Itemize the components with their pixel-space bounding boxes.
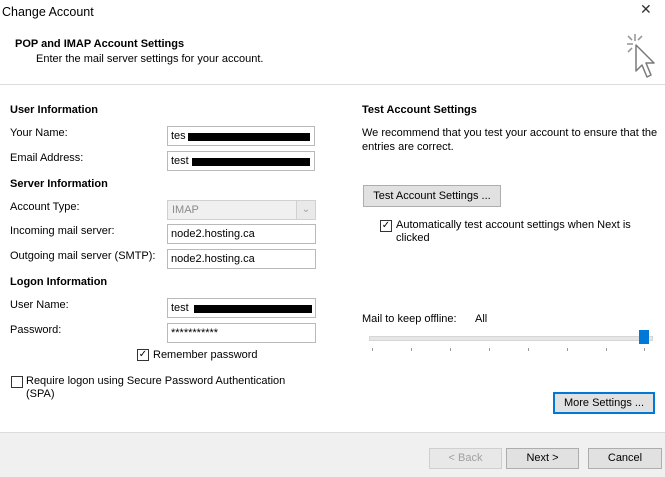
slider-tick — [450, 348, 451, 351]
section-server-information: Server Information — [10, 178, 108, 190]
outgoing-server-field[interactable]: node2.hosting.ca — [167, 249, 316, 269]
redaction-bar — [192, 158, 310, 166]
page-subtitle: Enter the mail server settings for your … — [36, 53, 264, 65]
page-title: POP and IMAP Account Settings — [15, 38, 185, 50]
test-account-settings-button[interactable]: Test Account Settings ... — [363, 185, 501, 207]
section-user-information: User Information — [10, 104, 99, 116]
slider-tick — [372, 348, 373, 351]
offline-slider-thumb[interactable] — [639, 330, 649, 344]
offline-label: Mail to keep offline: — [362, 313, 457, 325]
email-address-value: test — [171, 155, 189, 167]
close-icon[interactable]: ✕ — [640, 1, 652, 18]
slider-tick — [489, 348, 490, 351]
slider-tick — [567, 348, 568, 351]
email-address-field[interactable]: test — [167, 151, 315, 171]
redaction-bar — [188, 133, 310, 141]
auto-test-label: Automatically test account settings when… — [396, 219, 631, 244]
checkmark-icon: ✓ — [381, 220, 391, 231]
cancel-button[interactable]: Cancel — [588, 448, 662, 469]
account-type-select[interactable]: IMAP ⌄ — [167, 200, 316, 220]
your-name-value: tes — [171, 130, 186, 142]
more-settings-button[interactable]: More Settings ... — [553, 392, 655, 414]
password-label: Password: — [10, 324, 62, 336]
back-button[interactable]: < Back — [429, 448, 502, 469]
remember-password-checkbox[interactable]: ✓ — [137, 349, 149, 361]
next-button[interactable]: Next > — [506, 448, 579, 469]
section-test-account-settings: Test Account Settings — [362, 104, 477, 116]
chevron-down-icon: ⌄ — [296, 201, 315, 219]
slider-tick — [606, 348, 607, 351]
window-title: Change Account — [2, 5, 94, 19]
auto-test-checkbox[interactable]: ✓ — [380, 220, 392, 232]
account-type-label: Account Type: — [10, 201, 80, 213]
your-name-field[interactable]: tes — [167, 126, 315, 146]
user-name-value: test — [171, 302, 189, 314]
spa-label: Require logon using Secure Password Auth… — [26, 375, 286, 400]
checkmark-icon: ✓ — [138, 349, 148, 360]
cursor-click-icon — [627, 34, 655, 78]
redaction-bar — [194, 305, 312, 313]
email-address-label: Email Address: — [10, 152, 84, 164]
spa-checkbox[interactable] — [11, 376, 23, 388]
slider-tick — [528, 348, 529, 351]
offline-slider-track[interactable] — [369, 336, 653, 341]
test-settings-description: We recommend that you test your account … — [362, 127, 658, 153]
account-type-value: IMAP — [172, 204, 199, 216]
offline-value: All — [475, 313, 488, 325]
incoming-server-label: Incoming mail server: — [10, 225, 115, 237]
slider-tick — [644, 348, 645, 351]
user-name-label: User Name: — [10, 299, 69, 311]
incoming-server-field[interactable]: node2.hosting.ca — [167, 224, 316, 244]
your-name-label: Your Name: — [10, 127, 68, 139]
password-field[interactable]: *********** — [167, 323, 316, 343]
user-name-field[interactable]: test — [167, 298, 316, 318]
outgoing-server-label: Outgoing mail server (SMTP): — [10, 250, 156, 262]
slider-tick — [411, 348, 412, 351]
section-logon-information: Logon Information — [10, 276, 108, 288]
remember-password-label: Remember password — [153, 349, 258, 361]
